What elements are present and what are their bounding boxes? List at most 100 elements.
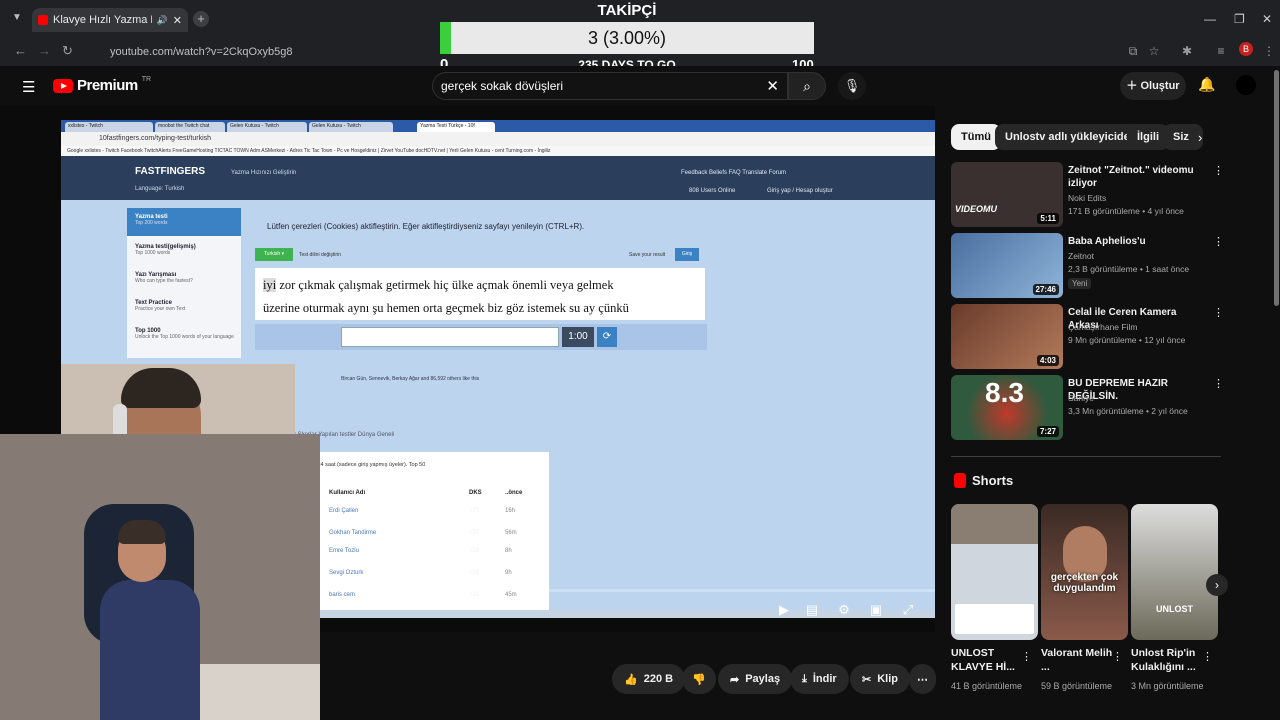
play-icon[interactable]: ▶ — [774, 602, 794, 622]
bookmark-star-icon[interactable]: ☆ — [1147, 44, 1161, 58]
fastfingers-header: FASTFINGERS Yazma Hızınızı Geliştirin La… — [61, 156, 935, 200]
notifications-bell-icon[interactable]: 🔔 — [1198, 76, 1215, 93]
download-icon: ⤓ — [802, 672, 807, 685]
settings-gear-icon[interactable]: ⚙ — [834, 602, 854, 622]
more-actions-button[interactable]: ⋯ — [909, 664, 936, 694]
chip-from-uploader[interactable]: Unlostv adlı yükleyiciden — [995, 124, 1147, 150]
table-header: Kullanıcı Adı — [329, 490, 366, 496]
like-button[interactable]: 👍 220 B — [612, 664, 686, 694]
short-thumbnail[interactable]: UNLOST — [1131, 504, 1218, 640]
voice-search-button[interactable]: 🎙 — [838, 72, 866, 100]
close-tab-icon[interactable]: ✕ — [173, 14, 182, 27]
clip-button[interactable]: ✂ Klip — [850, 664, 910, 694]
channel-name[interactable]: Çamaşırhane Film — [1068, 322, 1137, 332]
more-options-icon[interactable]: ⋮ — [1213, 164, 1224, 177]
chip-all[interactable]: Tümü — [951, 124, 1001, 150]
table-row-when: 16h — [505, 508, 516, 514]
extensions-icon[interactable]: ✱ — [1180, 44, 1194, 58]
search-input[interactable]: gerçek sokak dövüşleri ✕ — [432, 72, 788, 100]
create-button[interactable]: ＋ Oluştur — [1120, 72, 1186, 100]
youtube-logo[interactable]: Premium TR — [53, 76, 151, 94]
recommendation-item[interactable]: 4:03 Celal ile Ceren Kamera Arkası Çamaş… — [951, 304, 1224, 372]
new-tab-button[interactable]: + — [193, 11, 209, 27]
share-button[interactable]: ➦ Paylaş — [718, 664, 793, 694]
hamburger-menu-icon[interactable]: ☰ — [22, 78, 35, 96]
table-row-name: Sevgi Ozturk — [329, 570, 364, 576]
table-row-when: 8h — [505, 548, 512, 554]
miniplayer-icon[interactable]: ▣ — [866, 602, 886, 622]
captured-url: 10fastfingers.com/typing-test/turkish — [61, 132, 935, 146]
recommendation-item[interactable]: VIDEOMU 5:11 Zeitnot "Zeitnot." videomu … — [951, 162, 1224, 230]
search-button[interactable]: ⌕ — [788, 72, 826, 100]
video-meta: 9 Mn görüntüleme • 12 yıl önce — [1068, 335, 1186, 345]
more-options-icon[interactable]: ⋮ — [1213, 306, 1224, 319]
follower-goal-title: TAKİPÇİ — [597, 2, 657, 19]
sidebar-item: Top 1000 Unlock the Top 1000 words of you… — [135, 328, 235, 340]
video-title[interactable]: Zeitnot "Zeitnot." videomu izliyor — [1068, 164, 1208, 190]
chip-you[interactable]: Siz — [1163, 124, 1203, 150]
page-scrollbar[interactable] — [1274, 70, 1279, 306]
dislike-button[interactable]: 👎 — [682, 664, 716, 694]
forward-icon[interactable]: → — [38, 43, 51, 58]
table-row-dks: 125 — [469, 592, 480, 598]
channel-name[interactable]: Saniye — [1068, 393, 1094, 403]
fastfingers-sidebar: Yazma testi Top 200 words Yazma testi(gel… — [127, 208, 241, 358]
channel-name[interactable]: Zeitnot — [1068, 251, 1094, 261]
minimize-icon[interactable]: — — [1204, 12, 1216, 26]
webcam-overlay-streamer — [0, 434, 320, 720]
video-thumbnail[interactable]: VIDEOMU 5:11 — [951, 162, 1063, 227]
typing-timer: 1:00 — [562, 327, 594, 347]
change-language-link: Test dilini değiştirin — [299, 252, 341, 258]
chevron-right-icon[interactable]: › — [1206, 574, 1228, 596]
more-options-icon[interactable]: ⋮ — [1021, 650, 1032, 663]
channel-name[interactable]: Noki Edits — [1068, 193, 1106, 203]
download-button[interactable]: ⤓ İndir — [790, 664, 849, 694]
video-thumbnail[interactable]: 27:46 — [951, 233, 1063, 298]
short-title[interactable]: Valorant Melih ... — [1041, 646, 1115, 674]
subtitles-icon[interactable]: ▤ — [802, 602, 822, 622]
close-window-icon[interactable]: ✕ — [1262, 12, 1272, 26]
fullscreen-icon[interactable]: ⤢ — [898, 602, 918, 622]
restore-icon[interactable]: ❐ — [1234, 12, 1245, 26]
short-title[interactable]: Unlost Rip'in Kulaklığını ... — [1131, 646, 1205, 674]
table-row-name: baris cem — [329, 592, 356, 598]
chevron-right-icon[interactable]: › — [1198, 130, 1202, 145]
video-title[interactable]: Baba Aphelios'u — [1068, 235, 1208, 248]
browser-tab[interactable]: Klavye Hızlı Yazma Rekoru 🔊 ✕ — [32, 8, 188, 32]
new-badge: Yeni — [1068, 278, 1092, 289]
video-thumbnail[interactable]: 4:03 — [951, 304, 1063, 369]
more-options-icon[interactable]: ⋮ — [1213, 235, 1224, 248]
chevron-down-icon[interactable]: ▼ — [12, 12, 22, 23]
back-icon[interactable]: ← — [14, 43, 27, 58]
more-options-icon[interactable]: ⋮ — [1213, 377, 1224, 390]
account-avatar[interactable] — [1236, 75, 1256, 95]
short-thumbnail[interactable]: gerçekten çok duygulandım — [1041, 504, 1128, 640]
install-icon[interactable]: ⧉ — [1126, 44, 1140, 58]
menu-dots-icon[interactable]: ⋮ — [1262, 44, 1276, 58]
clear-search-icon[interactable]: ✕ — [766, 77, 779, 95]
recommendation-item[interactable]: 8.3 7:27 BU DEPREME HAZIR DEĞİLSİN. Sani… — [951, 375, 1224, 443]
table-row-dks: 128 — [469, 548, 480, 554]
more-options-icon[interactable]: ⋮ — [1112, 650, 1123, 663]
recommendation-item[interactable]: 27:46 Baba Aphelios'u Zeitnot 2,3 B görü… — [951, 233, 1224, 301]
video-meta: 171 B görüntüleme • 4 yıl önce — [1068, 206, 1184, 216]
more-options-icon[interactable]: ⋮ — [1202, 650, 1213, 663]
speaker-icon[interactable]: 🔊 — [157, 15, 168, 26]
video-action-bar: 👍 220 B 👎 ➦ Paylaş ⤓ İndir ✂ Klip ⋯ — [320, 660, 936, 698]
fastfingers-logo: FASTFINGERS — [135, 166, 206, 177]
video-thumbnail[interactable]: 8.3 7:27 — [951, 375, 1063, 440]
short-title[interactable]: UNLOST KLAVYE Hİ... — [951, 646, 1025, 674]
short-thumbnail[interactable] — [951, 504, 1038, 640]
fastfingers-tagline: Yazma Hızınızı Geliştirin — [231, 170, 297, 176]
sidebar-item: Yazı Yarışması Who can type the fastest? — [135, 272, 193, 284]
profile-avatar[interactable]: B — [1239, 42, 1253, 56]
follower-value: 3 (3.00%) — [587, 28, 667, 48]
reload-icon[interactable]: ↻ — [62, 43, 73, 59]
sidebar-item-sub: Practice your own Text — [135, 306, 186, 312]
table-row-name: Emre Tozlu — [329, 548, 359, 554]
youtube-header: ☰ Premium TR gerçek sokak dövüşleri ✕ ⌕ … — [0, 66, 1280, 106]
youtube-favicon-icon — [38, 15, 48, 25]
media-icon[interactable]: ≡ — [1214, 44, 1228, 58]
video-progress-bar[interactable] — [320, 589, 935, 592]
typing-words-box: iyi zor çıkmak çalışmak getirmek hiç ülk… — [255, 268, 705, 320]
